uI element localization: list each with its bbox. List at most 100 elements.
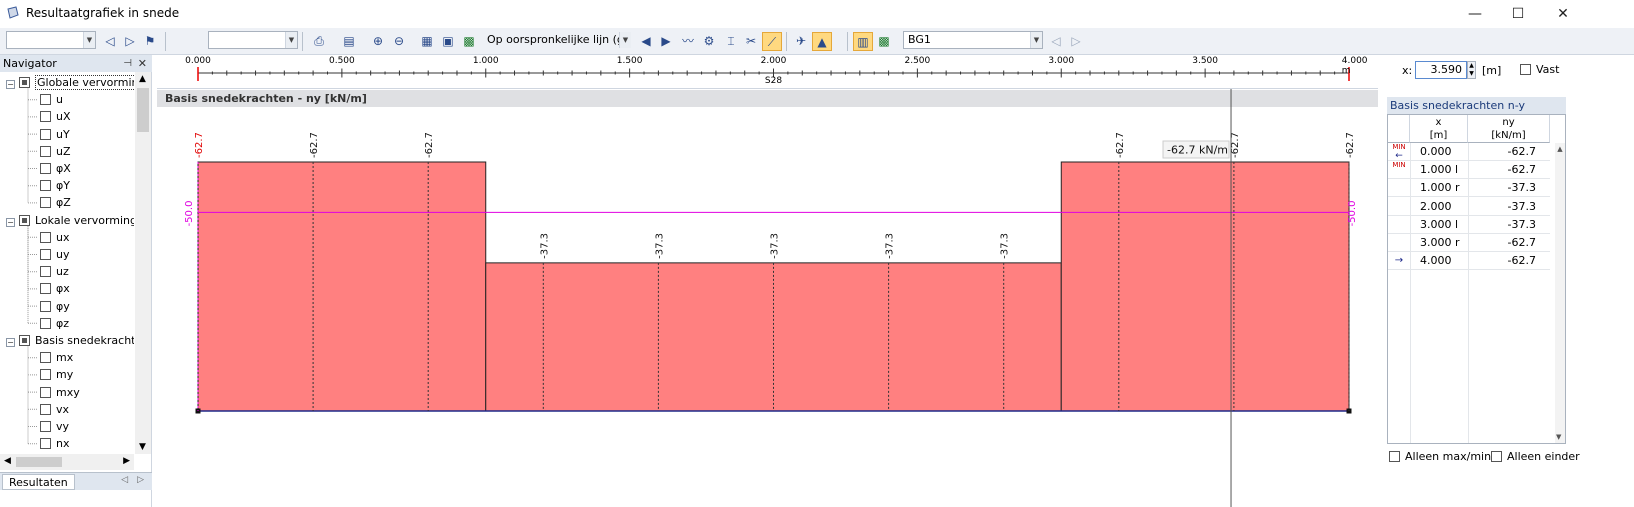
loadcase-combo[interactable]: BG1 ▼ — [903, 31, 1043, 49]
section-combo[interactable]: ▼ — [208, 31, 298, 49]
loadcase-next-icon[interactable]: ▷ — [1066, 32, 1086, 51]
table-row[interactable]: 1.000 r -37.3 — [1388, 179, 1550, 198]
navigator-horizontal-scrollbar[interactable]: ◀ ▶ — [0, 454, 134, 470]
selection-combo[interactable]: ▼ — [6, 31, 96, 49]
only-ends-checkbox[interactable]: Alleen einder — [1491, 450, 1634, 463]
section-icon[interactable]: ⌶ — [721, 32, 741, 51]
navigator-vertical-scrollbar[interactable]: ▲ ▼ — [135, 72, 151, 454]
close-icon[interactable]: ✕ — [138, 55, 147, 72]
table-row[interactable]: 3.000 l -37.3 — [1388, 216, 1550, 234]
tree-item[interactable]: − Lokale vervorming — [6, 212, 134, 229]
checkbox-icon[interactable] — [40, 231, 51, 243]
result-icon[interactable]: ▲ — [812, 32, 832, 51]
zoom-out-icon[interactable]: ⊖ — [389, 32, 409, 51]
checkbox-icon[interactable] — [40, 266, 51, 278]
checkbox-icon[interactable] — [40, 283, 51, 295]
scrollbar-thumb[interactable] — [16, 457, 62, 467]
prev-icon[interactable]: ◀ — [636, 32, 656, 51]
table-row[interactable]: MIN 1.000 l -62.7 — [1388, 161, 1550, 180]
tab-next-icon[interactable]: ▷ — [137, 475, 144, 485]
checkbox-icon[interactable] — [40, 317, 51, 329]
checkbox-icon[interactable] — [40, 180, 51, 192]
tree-item[interactable]: φy — [40, 298, 70, 315]
chevron-up-icon[interactable]: ▲ — [139, 74, 146, 84]
smooth-icon[interactable]: 〰 — [678, 32, 698, 51]
close-button[interactable]: ✕ — [1540, 2, 1586, 26]
chevron-right-icon[interactable]: ▶ — [123, 456, 130, 466]
fixed-checkbox[interactable]: Vast — [1520, 63, 1559, 76]
checkbox-icon[interactable] — [19, 335, 30, 346]
checkbox-icon[interactable] — [40, 111, 51, 123]
checkbox-icon[interactable] — [40, 421, 51, 432]
table-scrollbar[interactable]: ▲ ▼ — [1555, 143, 1565, 443]
tree-item[interactable]: φZ — [40, 194, 71, 211]
table-row[interactable]: → 4.000 -62.7 — [1388, 252, 1550, 271]
loadcase-prev-icon[interactable]: ◁ — [1046, 32, 1066, 51]
tab-resultaten[interactable]: Resultaten — [2, 474, 75, 490]
tree-item[interactable]: nx — [40, 435, 69, 452]
tree-item[interactable]: vy — [40, 418, 69, 435]
checkbox-icon[interactable] — [40, 403, 51, 415]
checkbox-icon[interactable] — [40, 386, 51, 398]
checkbox-icon[interactable] — [40, 249, 51, 260]
chevron-down-icon[interactable]: ▼ — [139, 442, 146, 452]
tree-item[interactable]: mx — [40, 349, 73, 366]
chevron-down-icon[interactable]: ▼ — [1556, 433, 1561, 441]
table-row[interactable]: 2.000 -37.3 — [1388, 198, 1550, 216]
filter-icon[interactable]: ⚑ — [140, 32, 160, 51]
x-spinner[interactable]: ▲ ▼ — [1467, 61, 1476, 79]
collapse-icon[interactable]: − — [6, 338, 15, 347]
pin-icon[interactable]: ⊣ — [123, 55, 132, 72]
next-icon[interactable]: ▶ — [656, 32, 676, 51]
maximize-button[interactable]: ☐ — [1495, 2, 1541, 26]
tree-item[interactable]: uy — [40, 246, 69, 263]
checkbox-icon[interactable] — [40, 128, 51, 140]
tree-item[interactable]: uz — [40, 263, 69, 280]
tree-item[interactable]: − Basis snedekrachte — [6, 332, 134, 349]
tree-item[interactable]: my — [40, 366, 73, 383]
tree-item[interactable]: ux — [40, 229, 69, 246]
table-icon[interactable]: ▥ — [853, 32, 873, 51]
nav-forward-icon[interactable]: ▷ — [120, 32, 140, 51]
value-icon[interactable]: ▩ — [874, 32, 894, 51]
cut-icon[interactable]: ✂ — [741, 32, 761, 51]
collapse-icon[interactable]: − — [6, 80, 15, 89]
checkbox-icon[interactable] — [40, 145, 51, 157]
checkbox-icon[interactable] — [40, 163, 51, 174]
result-diagram[interactable]: -62.7 -62.7 -62.7 -37.3 -37.3 -37.3 -37.3 -37.3… — [157, 89, 1378, 507]
tree-item[interactable]: uZ — [40, 143, 71, 160]
tree-item[interactable]: φY — [40, 177, 70, 194]
view-icon[interactable]: ✈ — [791, 32, 811, 51]
collapse-icon[interactable]: − — [6, 217, 15, 227]
checkbox-icon[interactable] — [40, 438, 51, 450]
line-display-combo[interactable]: Op oorspronkelijke lijn (gr ▼ — [482, 31, 632, 49]
tree-item[interactable]: uX — [40, 108, 71, 125]
line-result-icon[interactable]: ⟋ — [762, 32, 782, 51]
checkbox-icon[interactable] — [40, 94, 51, 106]
tree-item[interactable]: φx — [40, 280, 70, 297]
table-row[interactable]: MIN ← 0.000 -62.7 — [1388, 143, 1550, 161]
nav-back-icon[interactable]: ◁ — [100, 32, 120, 51]
checkbox-icon[interactable] — [40, 369, 51, 381]
checkbox-icon[interactable] — [40, 352, 51, 364]
zoom-in-icon[interactable]: ⊕ — [368, 32, 388, 51]
checkbox-icon[interactable] — [19, 77, 30, 88]
checkbox-icon[interactable] — [40, 300, 51, 312]
tree-item[interactable]: φz — [40, 315, 69, 332]
table-row[interactable]: 3.000 r -62.7 — [1388, 234, 1550, 252]
export-icon[interactable]: ▤ — [339, 32, 359, 51]
save-icon[interactable]: ▣ — [438, 32, 458, 51]
chevron-up-icon[interactable]: ▲ — [1555, 145, 1565, 153]
x-position-input[interactable]: 3.590 — [1415, 61, 1467, 79]
tree-item[interactable]: φX — [40, 160, 71, 177]
print-icon[interactable]: ⎙ — [309, 32, 329, 51]
chevron-left-icon[interactable]: ◀ — [4, 456, 11, 466]
position-ruler[interactable]: 0.000 0.500 1.000 1.500 2.000 2.500 3.000 3.500… — [157, 55, 1378, 89]
tree-item[interactable]: u — [40, 91, 63, 108]
settings-icon[interactable]: ⚙ — [699, 32, 719, 51]
tree-item[interactable]: − Globale vervormin — [6, 74, 134, 91]
tree-item[interactable]: mxy — [40, 384, 80, 401]
tab-prev-icon[interactable]: ◁ — [121, 475, 128, 485]
minimize-button[interactable]: — — [1452, 2, 1498, 26]
checkbox-icon[interactable] — [19, 214, 30, 226]
